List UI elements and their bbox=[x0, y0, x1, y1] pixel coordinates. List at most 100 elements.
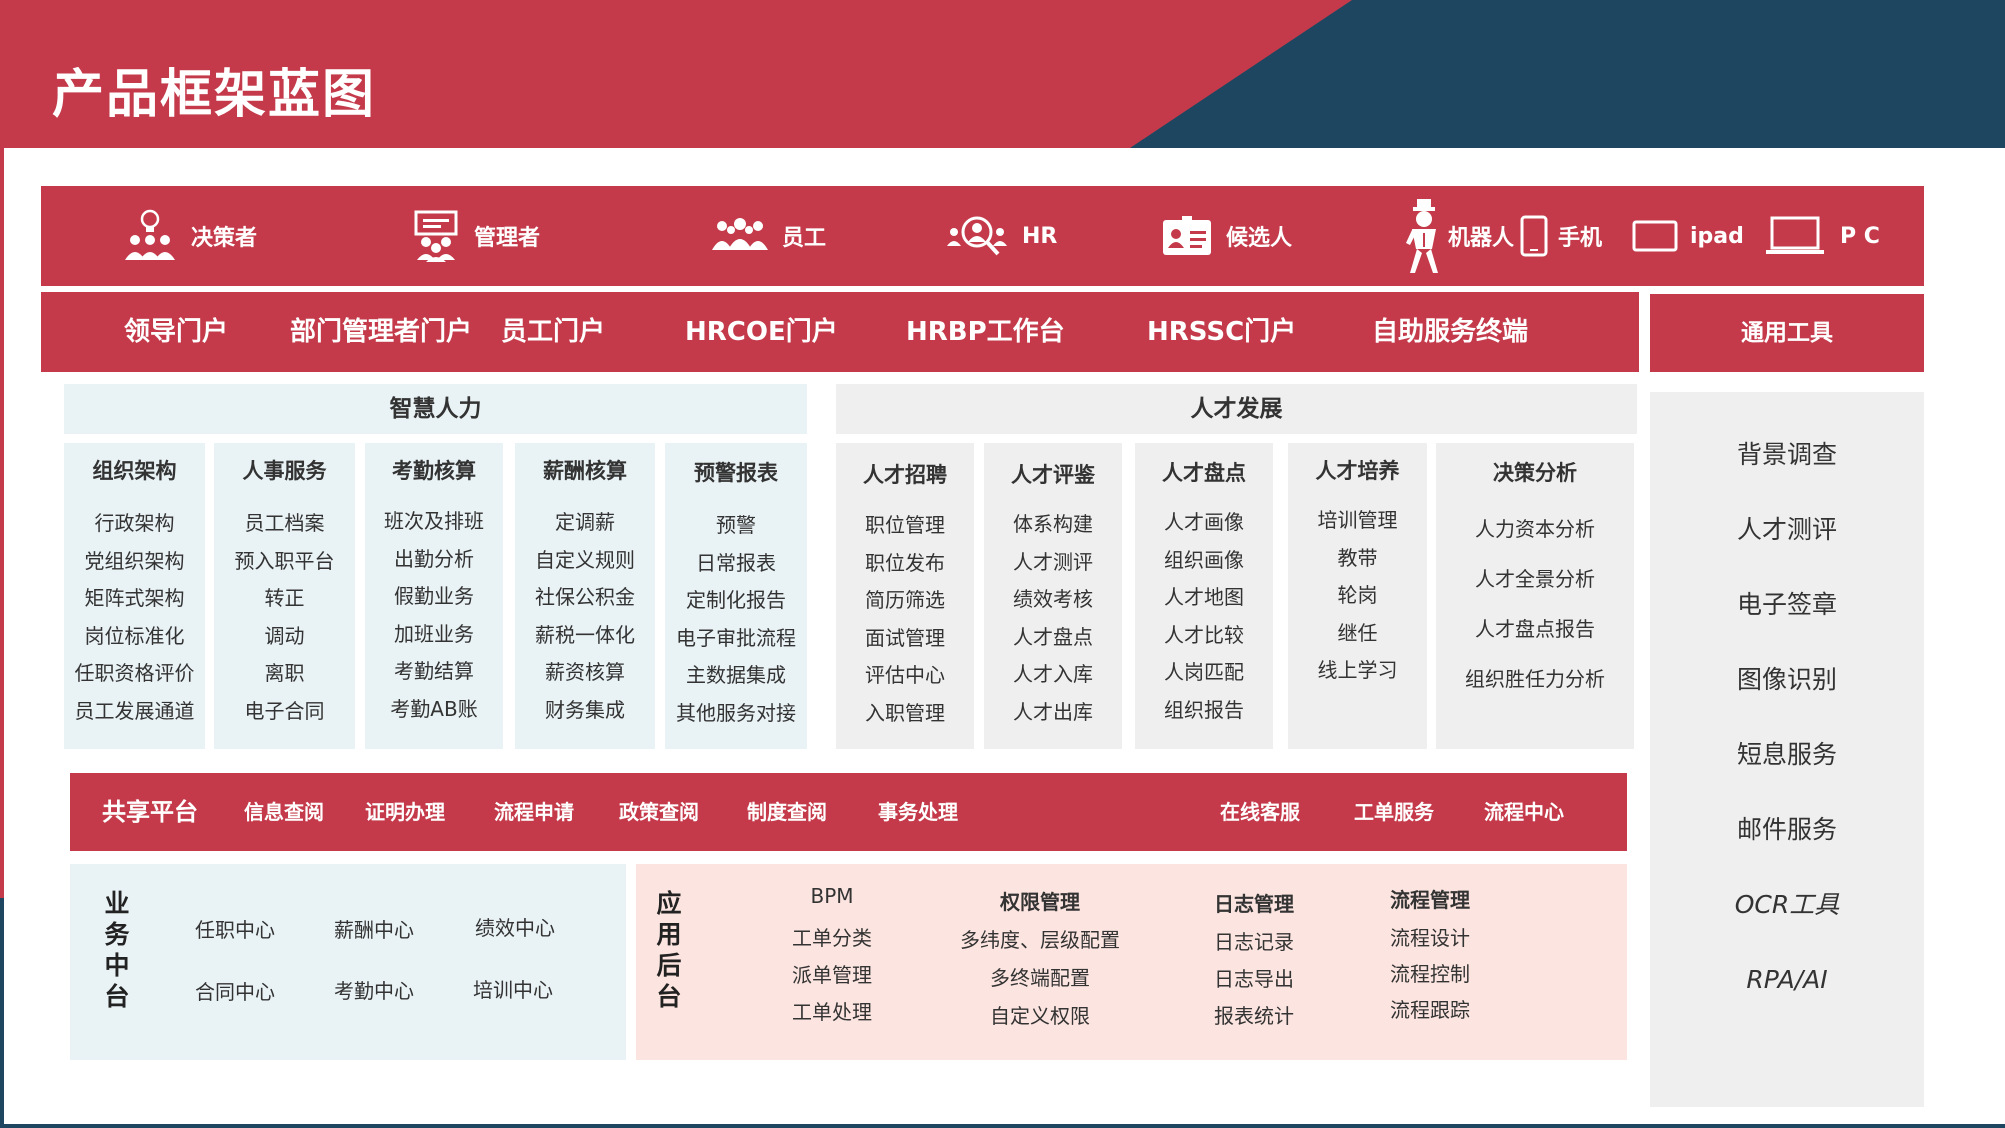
module-item[interactable]: 人才地图 bbox=[1135, 581, 1273, 619]
module-item[interactable]: 职位发布 bbox=[836, 547, 974, 585]
module-item[interactable]: 社保公积金 bbox=[515, 581, 655, 619]
module-item[interactable]: 培训管理 bbox=[1288, 504, 1427, 542]
app-item[interactable]: 流程跟踪 bbox=[1372, 994, 1488, 1030]
module-item[interactable]: 主数据集成 bbox=[665, 659, 807, 697]
module-item[interactable]: 转正 bbox=[214, 582, 355, 620]
app-item[interactable]: 日志记录 bbox=[1196, 926, 1312, 963]
module-item[interactable]: 绩效考核 bbox=[984, 583, 1122, 621]
portal-leader[interactable]: 领导门户 bbox=[124, 292, 228, 372]
module-item[interactable]: 离职 bbox=[214, 657, 355, 695]
module-item[interactable]: 简历筛选 bbox=[836, 584, 974, 622]
tool-talent-assessment[interactable]: 人才测评 bbox=[1650, 517, 1924, 592]
module-item[interactable]: 组织画像 bbox=[1135, 544, 1273, 582]
app-item[interactable]: 流程控制 bbox=[1372, 958, 1488, 994]
app-item[interactable]: 多终端配置 bbox=[940, 962, 1140, 1000]
module-item[interactable]: 人才盘点 bbox=[984, 621, 1122, 659]
module-item[interactable]: 人才测评 bbox=[984, 546, 1122, 584]
tool-background-check[interactable]: 背景调查 bbox=[1650, 442, 1924, 517]
app-item[interactable]: 自定义权限 bbox=[940, 1000, 1140, 1038]
module-item[interactable]: 假勤业务 bbox=[365, 580, 503, 618]
module-item[interactable]: 人才画像 bbox=[1135, 506, 1273, 544]
module-item[interactable]: 人岗匹配 bbox=[1135, 656, 1273, 694]
module-item[interactable]: 薪税一体化 bbox=[515, 619, 655, 657]
shared-item-info-lookup[interactable]: 信息查阅 bbox=[244, 773, 324, 851]
shared-item-policy-lookup[interactable]: 政策查阅 bbox=[619, 773, 699, 851]
module-item[interactable]: 体系构建 bbox=[984, 508, 1122, 546]
portal-hrbp[interactable]: HRBP工作台 bbox=[906, 292, 1065, 372]
shared-item-certificate[interactable]: 证明办理 bbox=[365, 773, 445, 851]
module-item[interactable]: 调动 bbox=[214, 620, 355, 658]
module-item[interactable]: 线上学习 bbox=[1288, 654, 1427, 692]
module-item[interactable]: 加班业务 bbox=[365, 618, 503, 656]
biz-item-contract-center[interactable]: 合同中心 bbox=[195, 976, 275, 1005]
tool-image-recognition[interactable]: 图像识别 bbox=[1650, 667, 1924, 742]
module-item[interactable]: 入职管理 bbox=[836, 697, 974, 735]
module-item[interactable]: 教带 bbox=[1288, 542, 1427, 580]
module-item[interactable]: 日常报表 bbox=[665, 547, 807, 585]
biz-item-training-center[interactable]: 培训中心 bbox=[473, 974, 553, 1003]
tool-sms-service[interactable]: 短息服务 bbox=[1650, 742, 1924, 817]
module-item[interactable]: 电子审批流程 bbox=[665, 622, 807, 660]
module-item[interactable]: 财务集成 bbox=[515, 694, 655, 732]
module-item[interactable]: 员工档案 bbox=[214, 507, 355, 545]
module-item[interactable]: 组织报告 bbox=[1135, 694, 1273, 732]
tool-email-service[interactable]: 邮件服务 bbox=[1650, 817, 1924, 892]
module-item[interactable]: 评估中心 bbox=[836, 659, 974, 697]
tool-ocr[interactable]: OCR工具 bbox=[1650, 892, 1924, 967]
biz-item-salary-center[interactable]: 薪酬中心 bbox=[334, 914, 414, 943]
portal-hrssc[interactable]: HRSSC门户 bbox=[1147, 292, 1296, 372]
module-item[interactable]: 人才全景分析 bbox=[1436, 563, 1634, 613]
module-item[interactable]: 任职资格评价 bbox=[64, 657, 205, 695]
portal-hrcoe[interactable]: HRCOE门户 bbox=[685, 292, 838, 372]
app-item[interactable]: 工单分类 bbox=[780, 922, 884, 959]
module-item[interactable]: 电子合同 bbox=[214, 695, 355, 733]
module-item[interactable]: 班次及排班 bbox=[365, 505, 503, 543]
module-item[interactable]: 职位管理 bbox=[836, 509, 974, 547]
shared-item-process-request[interactable]: 流程申请 bbox=[494, 773, 574, 851]
app-item[interactable]: 日志导出 bbox=[1196, 963, 1312, 1000]
biz-item-position-center[interactable]: 任职中心 bbox=[195, 914, 275, 943]
tool-rpa-ai[interactable]: RPA/AI bbox=[1650, 967, 1924, 1042]
module-item[interactable]: 矩阵式架构 bbox=[64, 582, 205, 620]
module-item[interactable]: 面试管理 bbox=[836, 622, 974, 660]
portal-self-service[interactable]: 自助服务终端 bbox=[1372, 292, 1528, 372]
module-item[interactable]: 其他服务对接 bbox=[665, 697, 807, 735]
module-item[interactable]: 组织胜任力分析 bbox=[1436, 663, 1634, 713]
biz-item-attendance-center[interactable]: 考勤中心 bbox=[334, 975, 414, 1004]
module-item[interactable]: 预警 bbox=[665, 509, 807, 547]
app-item[interactable]: 工单处理 bbox=[780, 996, 884, 1033]
biz-item-performance-center[interactable]: 绩效中心 bbox=[475, 912, 555, 941]
tool-e-signature[interactable]: 电子签章 bbox=[1650, 592, 1924, 667]
portal-department-manager[interactable]: 部门管理者门户 bbox=[290, 292, 472, 372]
module-item[interactable]: 考勤AB账 bbox=[365, 693, 503, 731]
module-item[interactable]: 定调薪 bbox=[515, 506, 655, 544]
module-item[interactable]: 轮岗 bbox=[1288, 579, 1427, 617]
module-item[interactable]: 人力资本分析 bbox=[1436, 513, 1634, 563]
app-item[interactable]: 报表统计 bbox=[1196, 1000, 1312, 1037]
module-item[interactable]: 人才比较 bbox=[1135, 619, 1273, 657]
module-item[interactable]: 人才盘点报告 bbox=[1436, 613, 1634, 663]
module-item[interactable]: 定制化报告 bbox=[665, 584, 807, 622]
module-item[interactable]: 继任 bbox=[1288, 617, 1427, 655]
shared-item-ticket-service[interactable]: 工单服务 bbox=[1354, 773, 1434, 851]
shared-item-online-support[interactable]: 在线客服 bbox=[1220, 773, 1300, 851]
module-item[interactable]: 出勤分析 bbox=[365, 543, 503, 581]
module-item[interactable]: 党组织架构 bbox=[64, 545, 205, 583]
app-item[interactable]: 派单管理 bbox=[780, 959, 884, 996]
app-item[interactable]: 流程设计 bbox=[1372, 922, 1488, 958]
module-item[interactable]: 行政架构 bbox=[64, 507, 205, 545]
module-item[interactable]: 薪资核算 bbox=[515, 656, 655, 694]
portal-employee[interactable]: 员工门户 bbox=[501, 292, 605, 372]
app-item[interactable]: 多纬度、层级配置 bbox=[940, 924, 1140, 962]
shared-item-process-center[interactable]: 流程中心 bbox=[1484, 773, 1564, 851]
module-item[interactable]: 员工发展通道 bbox=[64, 695, 205, 733]
module-item[interactable]: 人才出库 bbox=[984, 696, 1122, 734]
module-item[interactable]: 自定义规则 bbox=[515, 544, 655, 582]
laptop-icon bbox=[1766, 216, 1824, 254]
module-item[interactable]: 人才入库 bbox=[984, 658, 1122, 696]
module-item[interactable]: 考勤结算 bbox=[365, 655, 503, 693]
module-item[interactable]: 预入职平台 bbox=[214, 545, 355, 583]
shared-item-affairs[interactable]: 事务处理 bbox=[878, 773, 958, 851]
shared-item-regulation-lookup[interactable]: 制度查阅 bbox=[747, 773, 827, 851]
module-item[interactable]: 岗位标准化 bbox=[64, 620, 205, 658]
